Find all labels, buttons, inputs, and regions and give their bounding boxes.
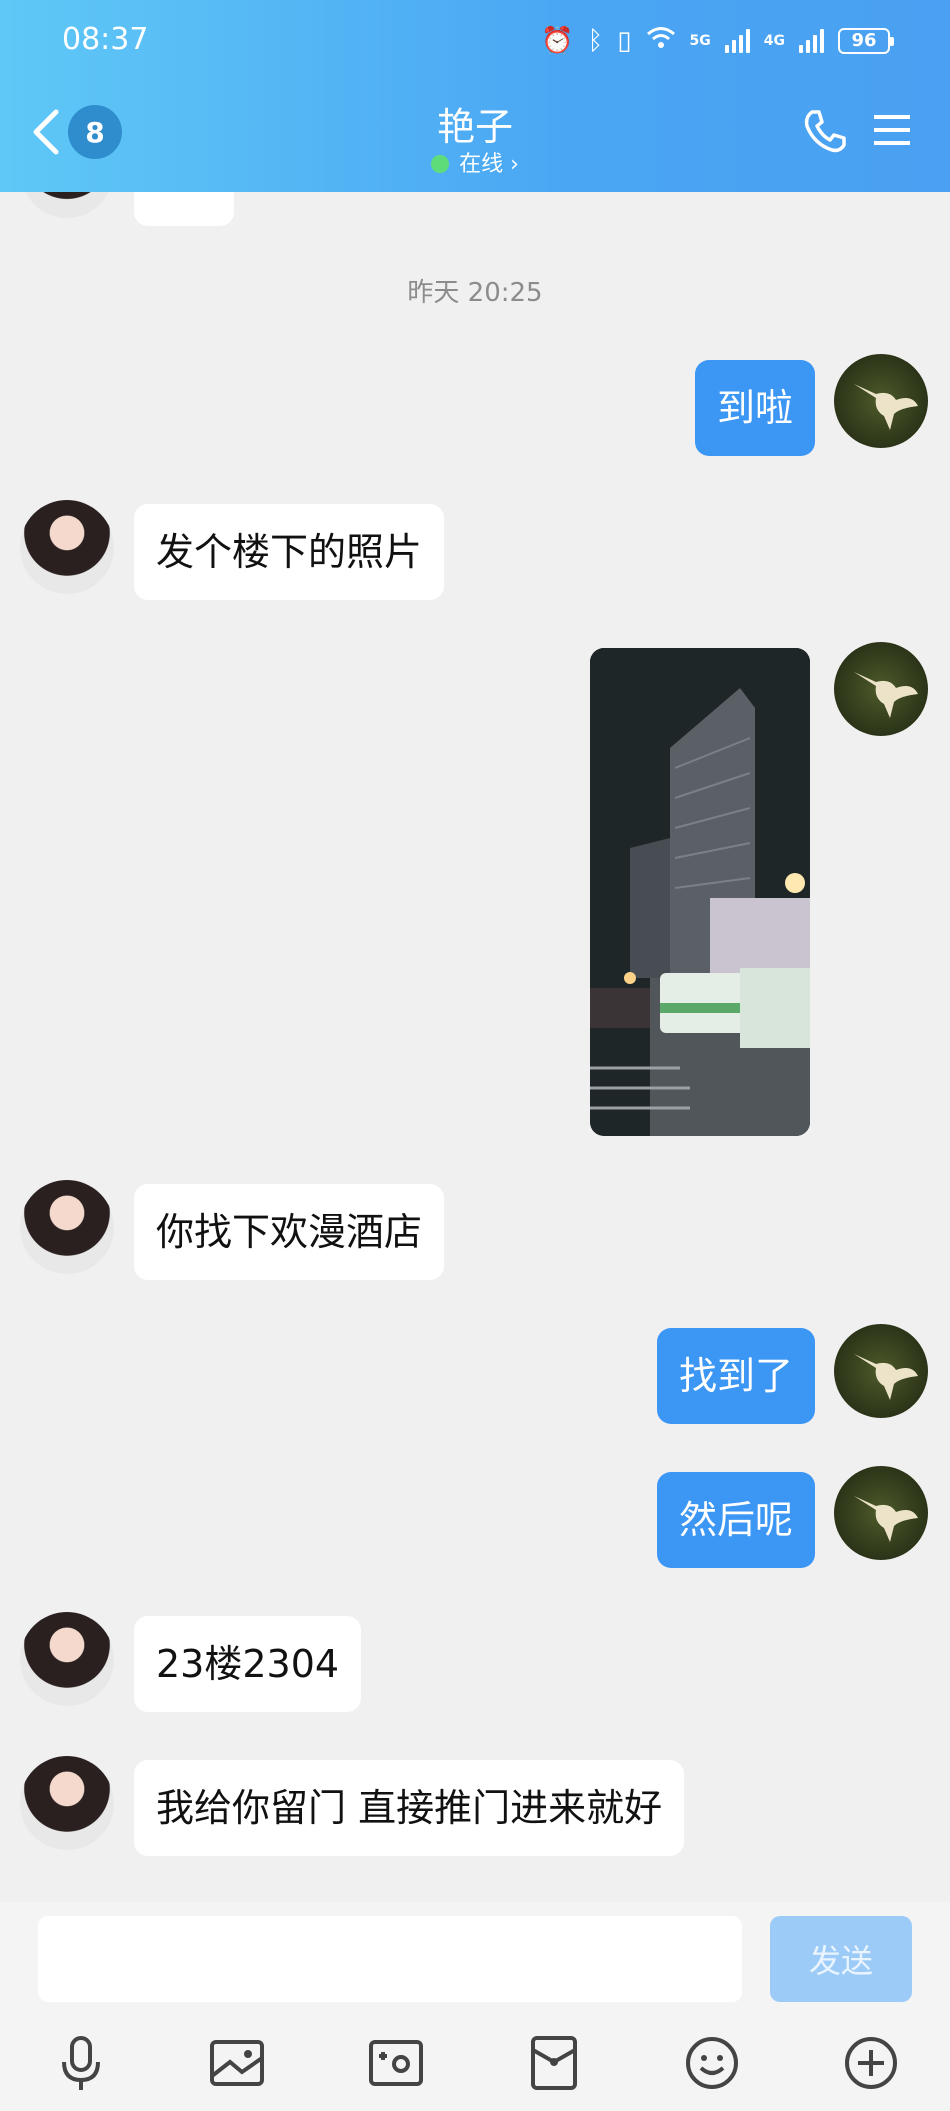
plus-icon[interactable] — [842, 2034, 900, 2092]
hummingbird-icon — [854, 384, 918, 430]
signal-icon — [724, 28, 750, 53]
incoming-message[interactable]: 你找下欢漫酒店 — [134, 1184, 445, 1280]
mic-icon[interactable] — [52, 2034, 110, 2092]
network-4g-label: 4G — [763, 32, 785, 49]
online-status-label: 在线 › — [459, 152, 519, 177]
signal-icon — [799, 28, 824, 53]
vibrate-icon: ▯ — [617, 25, 632, 56]
battery-icon: 96 — [838, 27, 894, 54]
incoming-message[interactable]: 我给你留门 直接推门进来就好 — [134, 1760, 685, 1856]
hummingbird-icon — [854, 1354, 918, 1400]
menu-icon[interactable] — [872, 112, 912, 148]
top-bar: 08:37 ⏰ ᛒ ▯ 5G 4G 96 8 艳子 在线 › — [0, 0, 950, 192]
online-dot-icon — [431, 155, 450, 173]
my-avatar[interactable] — [834, 354, 928, 448]
street-photo-image — [590, 648, 810, 1136]
outgoing-message[interactable]: 然后呢 — [656, 1472, 815, 1568]
hummingbird-icon — [854, 1496, 918, 1542]
camera-icon[interactable] — [367, 2034, 425, 2092]
status-icons: ⏰ ᛒ ▯ 5G 4G 96 — [541, 25, 894, 56]
outgoing-message[interactable]: 找到了 — [656, 1328, 815, 1424]
my-avatar[interactable] — [834, 642, 928, 736]
contact-avatar[interactable] — [20, 1756, 114, 1850]
my-avatar[interactable] — [834, 1324, 928, 1418]
incoming-message[interactable]: 23楼2304 — [134, 1616, 362, 1712]
network-5g-label: 5G — [689, 32, 711, 49]
bluetooth-icon: ᛒ — [587, 25, 604, 56]
send-button[interactable]: 发送 — [770, 1916, 912, 2002]
chat-timestamp: 昨天 20:25 — [407, 278, 543, 308]
alarm-icon: ⏰ — [541, 25, 574, 56]
wifi-icon — [646, 26, 676, 55]
message-input[interactable] — [38, 1916, 742, 2002]
status-time: 08:37 — [62, 22, 149, 57]
phone-icon[interactable] — [800, 106, 850, 156]
sent-photo[interactable] — [590, 648, 810, 1136]
red-packet-icon[interactable] — [525, 2034, 583, 2092]
hummingbird-icon — [854, 672, 918, 718]
partial-message-bubble[interactable] — [134, 192, 234, 226]
my-avatar[interactable] — [834, 1466, 928, 1560]
image-icon[interactable] — [208, 2034, 266, 2092]
outgoing-message[interactable]: 到啦 — [694, 360, 815, 456]
emoji-icon[interactable] — [683, 2034, 741, 2092]
contact-avatar[interactable] — [20, 500, 114, 594]
incoming-message[interactable]: 发个楼下的照片 — [134, 504, 445, 600]
contact-avatar[interactable] — [20, 1180, 114, 1274]
contact-avatar[interactable] — [20, 1612, 114, 1706]
